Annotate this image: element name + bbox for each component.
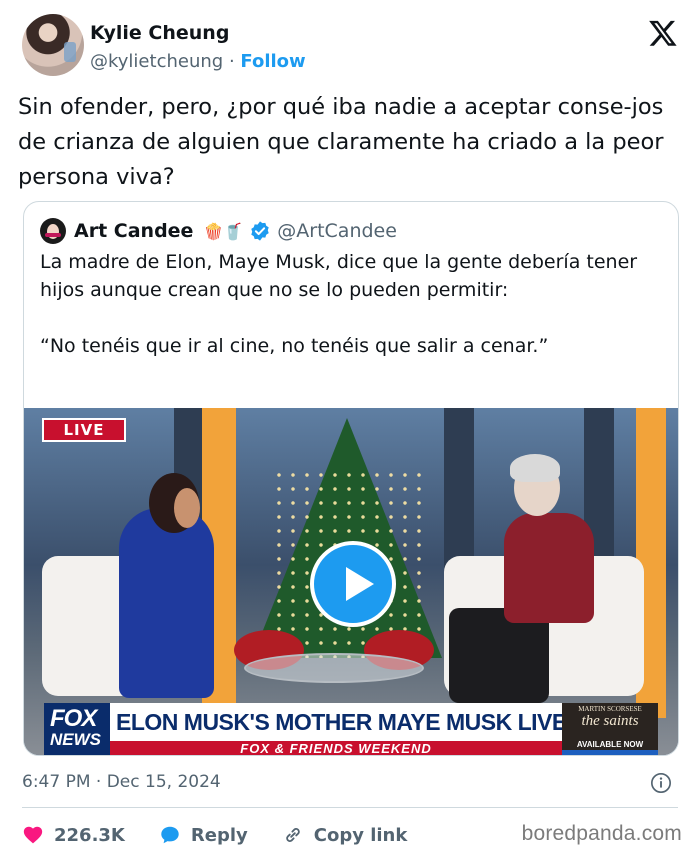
fox-news-logo: FOX NEWS xyxy=(44,703,110,755)
quoted-author-name[interactable]: Art Candee xyxy=(74,220,193,242)
quoted-paragraph: “No tenéis que ir al cine, no tenéis que… xyxy=(40,335,549,357)
heart-icon xyxy=(23,826,43,844)
link-icon xyxy=(286,828,300,842)
like-count: 226.3K xyxy=(54,824,125,846)
host-face xyxy=(174,488,200,528)
quoted-tweet-header: Art Candee 🍿🥤 @ArtCandee xyxy=(40,218,397,244)
verified-badge-icon xyxy=(251,221,269,241)
separator-dot: · xyxy=(228,51,235,72)
info-icon[interactable] xyxy=(650,772,672,794)
video-player[interactable]: LIVE FOX NEWS ELON MUSK'S MOTHER MAYE MU… xyxy=(24,408,678,755)
copy-link-label: Copy link xyxy=(313,824,408,846)
news-headline: ELON MUSK'S MOTHER MAYE MUSK LIVE ON F&F xyxy=(110,703,656,741)
like-button[interactable]: 226.3K xyxy=(22,824,125,846)
quoted-author-emojis: 🍿🥤 xyxy=(203,221,244,241)
fox-logo-text: FOX xyxy=(50,705,97,732)
reply-button[interactable]: Reply xyxy=(159,824,248,846)
boredpanda-watermark: boredpanda.com xyxy=(521,822,682,845)
coffee-table xyxy=(244,653,424,683)
tweet-header: Kylie Cheung @kylietcheung · Follow xyxy=(22,14,682,78)
news-lower-third: FOX NEWS ELON MUSK'S MOTHER MAYE MUSK LI… xyxy=(24,703,678,755)
promo-box: MARTIN SCORSESE the saints AVAILABLE NOW xyxy=(562,703,658,755)
quoted-author-handle[interactable]: @ArtCandee xyxy=(277,220,397,242)
action-bar: 226.3K Reply Copy link xyxy=(22,820,441,850)
news-subline: FOX & FRIENDS WEEKEND xyxy=(110,741,562,755)
reply-icon xyxy=(161,826,179,844)
quoted-author-avatar[interactable] xyxy=(40,218,66,244)
author-handle[interactable]: @kylietcheung xyxy=(90,51,223,72)
promo-cta: AVAILABLE NOW xyxy=(576,740,644,749)
copy-link-button[interactable]: Copy link xyxy=(282,824,408,846)
reply-label: Reply xyxy=(190,824,248,846)
play-button[interactable] xyxy=(310,541,396,627)
tweet-timestamp[interactable]: 6:47 PM · Dec 15, 2024 xyxy=(22,772,221,792)
x-logo-icon[interactable] xyxy=(648,18,678,48)
quoted-tweet-text: La madre de Elon, Maye Musk, dice que la… xyxy=(40,248,665,360)
divider xyxy=(22,807,678,808)
play-icon xyxy=(346,567,374,601)
host-figure xyxy=(119,508,214,698)
author-handle-row: @kylietcheung · Follow xyxy=(90,51,306,72)
guest-hair xyxy=(510,454,560,482)
guest-figure xyxy=(504,513,594,623)
promo-title: the saints xyxy=(581,713,639,729)
author-name[interactable]: Kylie Cheung xyxy=(90,22,229,44)
promo-bar xyxy=(562,750,658,755)
quoted-tweet[interactable]: Art Candee 🍿🥤 @ArtCandee La madre de Elo… xyxy=(23,201,679,756)
promo-credit: MARTIN SCORSESE xyxy=(578,705,642,713)
live-badge: LIVE xyxy=(42,418,126,442)
news-logo-text: NEWS xyxy=(50,730,101,749)
follow-button[interactable]: Follow xyxy=(240,51,305,72)
author-avatar[interactable] xyxy=(22,14,84,76)
tweet-text: Sin ofender, pero, ¿por qué iba nadie a … xyxy=(18,94,664,190)
quoted-paragraph: La madre de Elon, Maye Musk, dice que la… xyxy=(40,251,638,301)
